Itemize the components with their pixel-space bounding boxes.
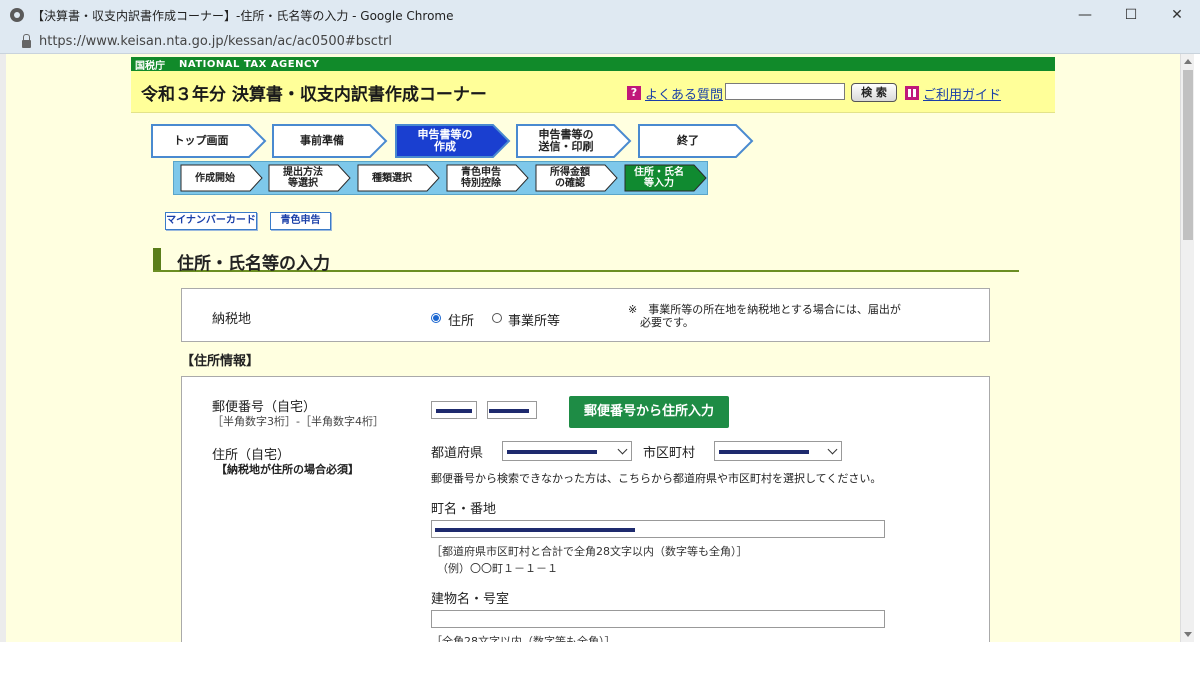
book-icon xyxy=(905,86,919,100)
faq-link[interactable]: よくある質問 xyxy=(645,84,723,103)
page-content: 国税庁 NATIONAL TAX AGENCY 令和３年分 決算書・収支内訳書作… xyxy=(6,54,1180,642)
aoiro-tag[interactable]: 青色申告 xyxy=(270,212,331,230)
town-label: 町名・番地 xyxy=(431,502,497,517)
nozei-label: 納税地 xyxy=(212,312,252,327)
sub-progress-steps: 作成開始 提出方法 等選択 種類選択 青色申告 特別控除 所得金額 の確認 住所・氏名… xyxy=(173,161,708,195)
minimize-button[interactable]: — xyxy=(1062,0,1108,30)
substep-label: 種類選択 xyxy=(372,172,412,184)
postal-hint: ［半角数字3桁］-［半角数字4桁］ xyxy=(212,415,384,428)
question-icon: ? xyxy=(627,86,641,100)
step-label: トップ画面 xyxy=(173,134,229,147)
radio-office-label[interactable]: 事業所等 xyxy=(508,310,560,329)
radio-office[interactable] xyxy=(492,313,502,323)
close-button[interactable]: ✕ xyxy=(1154,0,1200,30)
town-example: （例）〇〇町１－１－１ xyxy=(437,562,558,575)
step-label: 終了 xyxy=(677,134,699,147)
select-note: 郵便番号から検索できなかった方は、こちらから都道府県や市区町村を選択してください… xyxy=(431,472,882,485)
scroll-down-icon[interactable] xyxy=(1184,632,1192,637)
town-hint: ［都道府県市区町村と合計で全角28文字以内（数字等も全角）］ xyxy=(431,545,748,558)
url-text[interactable]: https://www.keisan.nta.go.jp/kessan/ac/a… xyxy=(39,34,392,49)
site-title: 令和３年分 決算書・収支内訳書作成コーナー xyxy=(141,85,487,105)
city-label: 市区町村 xyxy=(643,446,696,461)
scroll-up-icon[interactable] xyxy=(1184,59,1192,64)
postal-code-second[interactable] xyxy=(487,401,537,419)
substep-label: 作成開始 xyxy=(195,172,235,184)
address-bar[interactable]: https://www.keisan.nta.go.jp/kessan/ac/a… xyxy=(0,30,1200,54)
agency-name-en: NATIONAL TAX AGENCY xyxy=(179,58,320,70)
section-header: 住所・氏名等の入力 xyxy=(153,248,1019,274)
radio-home[interactable] xyxy=(431,313,441,323)
section-title: 住所・氏名等の入力 xyxy=(177,254,330,274)
prefecture-label: 都道府県 xyxy=(431,446,484,461)
substep-label: 提出方法 等選択 xyxy=(283,167,323,189)
substep-label: 住所・氏名 等入力 xyxy=(634,167,684,189)
chevron-down-icon xyxy=(827,444,838,455)
browser-titlebar: 【決算書・収支内訳書作成コーナー】-住所・氏名等の入力 - Google Chr… xyxy=(0,0,1200,30)
redacted-value xyxy=(489,409,529,413)
site-header: 令和３年分 決算書・収支内訳書作成コーナー ? よくある質問 検 索 ご利用ガイ… xyxy=(131,71,1055,113)
section-marker xyxy=(153,248,161,270)
lock-icon xyxy=(22,33,31,48)
substep-label: 所得金額 の確認 xyxy=(550,167,590,189)
page-favicon-icon xyxy=(10,8,24,22)
search-input[interactable] xyxy=(725,83,845,100)
redacted-value xyxy=(507,450,597,454)
redacted-value xyxy=(436,409,472,413)
prefecture-select[interactable] xyxy=(502,441,632,461)
bottom-margin xyxy=(0,642,1200,675)
maximize-button[interactable]: ☐ xyxy=(1108,0,1154,30)
building-input[interactable] xyxy=(431,610,885,628)
building-hint: ［全角28文字以内（数字等も全角）］ xyxy=(431,635,616,642)
guide-link[interactable]: ご利用ガイド xyxy=(923,84,1001,103)
postal-lookup-button[interactable]: 郵便番号から住所入力 xyxy=(569,396,729,428)
substep-label: 青色申告 特別控除 xyxy=(461,167,501,189)
redacted-value xyxy=(719,450,809,454)
address-info-heading: 【住所情報】 xyxy=(181,354,260,369)
scrollbar-thumb[interactable] xyxy=(1183,70,1193,240)
window-title: 【決算書・収支内訳書作成コーナー】-住所・氏名等の入力 - Google Chr… xyxy=(32,8,454,23)
step-label: 申告書等の 作成 xyxy=(417,128,473,153)
address-required-note: 【納税地が住所の場合必須】 xyxy=(216,463,359,476)
radio-home-label[interactable]: 住所 xyxy=(448,310,474,329)
search-button[interactable]: 検 索 xyxy=(851,83,897,102)
nozei-box: 納税地 住所 事業所等 ※ 事業所等の所在地を納税地とする場合には、届出が 必要… xyxy=(181,288,990,342)
nozei-note: ※ 事業所等の所在地を納税地とする場合には、届出が 必要です。 xyxy=(628,303,901,329)
window-controls: — ☐ ✕ xyxy=(1062,0,1200,30)
mynumber-card-tag[interactable]: マイナンバーカード xyxy=(165,212,257,230)
chevron-down-icon xyxy=(617,444,628,455)
address-box: 郵便番号（自宅） ［半角数字3桁］-［半角数字4桁］ 郵便番号から住所入力 住所… xyxy=(181,376,990,642)
town-input[interactable] xyxy=(431,520,885,538)
redacted-value xyxy=(435,528,635,532)
building-label: 建物名・号室 xyxy=(431,592,510,607)
city-select[interactable] xyxy=(714,441,842,461)
vertical-scrollbar[interactable] xyxy=(1180,54,1194,642)
agency-bar: 国税庁 NATIONAL TAX AGENCY xyxy=(131,57,1055,72)
page-viewport: 国税庁 NATIONAL TAX AGENCY 令和３年分 決算書・収支内訳書作… xyxy=(6,54,1180,642)
agency-name-jp: 国税庁 xyxy=(135,60,165,72)
step-label: 申告書等の 送信・印刷 xyxy=(538,128,594,153)
postal-code-first[interactable] xyxy=(431,401,477,419)
step-label: 事前準備 xyxy=(300,134,344,147)
